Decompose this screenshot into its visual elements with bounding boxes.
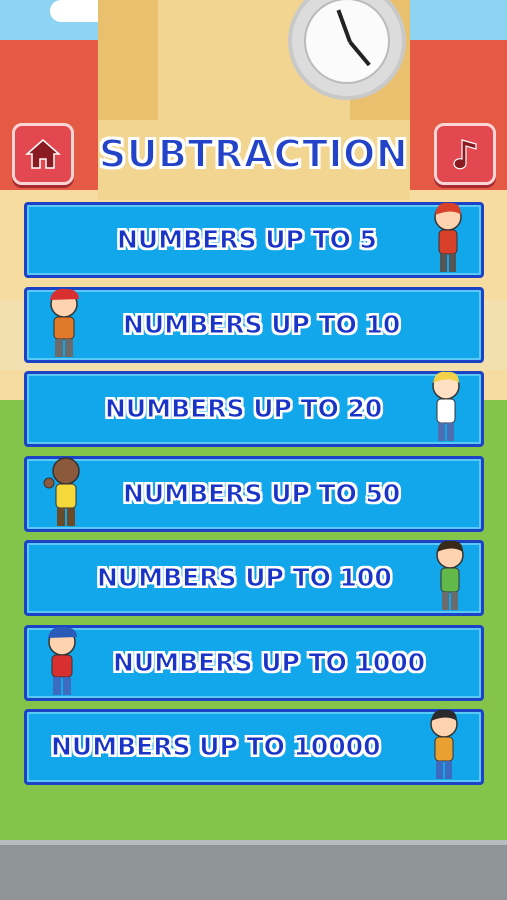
home-icon [25,139,61,169]
clock-face [304,0,390,84]
level-button-5[interactable]: NUMBERS UP TO 5 [24,202,484,278]
level-button-1000[interactable]: NUMBERS UP TO 1000 [24,625,484,701]
music-button[interactable] [434,123,496,185]
level-label: NUMBERS UP TO 50 [122,479,401,509]
road [0,845,507,900]
level-button-10000[interactable]: NUMBERS UP TO 10000 [24,709,484,785]
boy-nerd-icon [430,709,458,779]
clock-hour-hand [336,9,352,43]
level-label: NUMBERS UP TO 1000 [112,648,426,678]
level-label: NUMBERS UP TO 20 [104,394,383,424]
boy-blue-cap-icon [48,626,77,695]
boy-redhair-icon [434,202,462,272]
level-label: NUMBERS UP TO 10000 [51,732,382,762]
level-label: NUMBERS UP TO 5 [117,225,378,255]
level-label: NUMBERS UP TO 10 [122,310,401,340]
level-button-10[interactable]: NUMBERS UP TO 10 [24,287,484,363]
boy-red-cap-icon [50,288,79,357]
home-button[interactable] [12,123,74,185]
boy-glasses-icon [436,540,464,610]
level-button-50[interactable]: NUMBERS UP TO 50 [24,456,484,532]
level-button-100[interactable]: NUMBERS UP TO 100 [24,540,484,616]
page-title: SUBTRACTION [98,131,409,177]
clock-minute-hand [348,40,371,67]
gable-edge-left [98,0,158,120]
boy-blonde-icon [432,371,460,441]
music-note-icon [453,139,477,170]
level-button-20[interactable]: NUMBERS UP TO 20 [24,371,484,447]
level-label: NUMBERS UP TO 100 [97,563,393,593]
boy-thumbs-up-icon [43,457,80,526]
